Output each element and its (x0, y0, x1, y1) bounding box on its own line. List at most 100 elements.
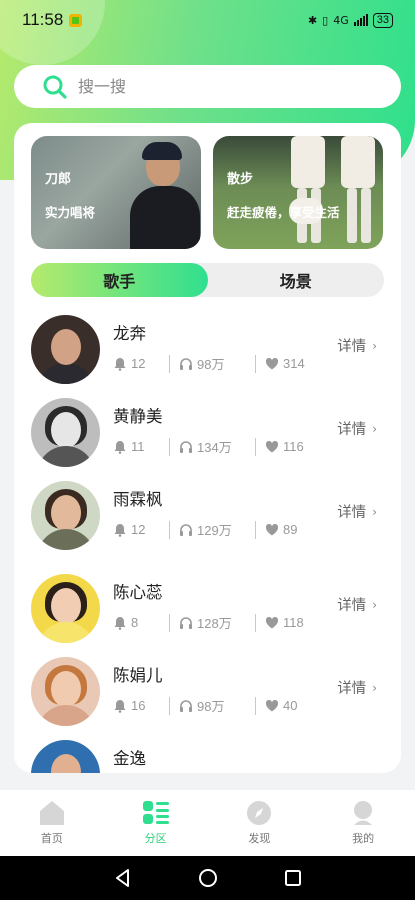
nav-home[interactable]: 首页 (12, 800, 92, 846)
compass-icon (247, 801, 272, 825)
status-bar: 11:58 ✱ ▯ 4G 33 (0, 0, 415, 40)
chevron-right-icon: › (372, 680, 377, 695)
heart-icon (265, 699, 279, 711)
search-bar[interactable] (14, 65, 401, 108)
detail-link[interactable]: 详情 › (337, 335, 377, 356)
search-input[interactable] (78, 77, 358, 96)
like-count: 12 (131, 522, 146, 537)
chevron-right-icon: › (372, 504, 377, 519)
bell-icon (114, 523, 126, 537)
play-count: 128万 (197, 616, 232, 631)
favorite-count: 89 (283, 522, 298, 537)
main-panel: 刀郎 实力唱将 散步 赶走疲倦，享受生活 歌手 场景 龙奔 12 98万 314… (14, 123, 401, 773)
singer-stats: 12 129万 89 (113, 520, 297, 539)
singer-name: 黄静美 (113, 407, 163, 426)
singer-photo (126, 142, 201, 249)
bottom-nav: 首页 分区 发现 我的 (0, 790, 415, 856)
banner-subtitle: 赶走疲倦，享受生活 (227, 205, 340, 220)
singer-name: 陈娟儿 (113, 666, 163, 685)
singer-stats: 11 134万 116 (113, 437, 304, 456)
banner-card-daolang[interactable]: 刀郎 实力唱将 (31, 136, 201, 249)
play-count: 129万 (197, 523, 232, 538)
singer-stats: 8 128万 118 (113, 613, 304, 632)
bell-icon (114, 440, 126, 454)
heart-icon (265, 357, 279, 369)
detail-link[interactable]: 详情 › (337, 418, 377, 439)
headphones-icon (180, 357, 192, 370)
list-item[interactable]: 黄静美 11 134万 116 详情 › (14, 394, 401, 474)
list-item[interactable]: 雨霖枫 12 129万 89 详情 › (14, 477, 401, 557)
list-item[interactable]: 陈娟儿 16 98万 40 详情 › (14, 653, 401, 733)
heart-icon (265, 523, 279, 535)
like-count: 11 (131, 439, 145, 454)
list-item[interactable]: 陈心蕊 8 128万 118 详情 › (14, 570, 401, 650)
search-icon (43, 75, 67, 99)
banner-row: 刀郎 实力唱将 散步 赶走疲倦，享受生活 (31, 136, 383, 249)
nav-label: 发现 (248, 832, 271, 845)
bell-icon (114, 357, 126, 371)
banner-title: 刀郎 (45, 172, 72, 187)
detail-link[interactable]: 详情 › (337, 501, 377, 522)
walking-photo (283, 136, 383, 249)
detail-link[interactable]: 详情 › (337, 594, 377, 615)
detail-link[interactable]: 详情 › (337, 677, 377, 698)
banner-card-walk[interactable]: 散步 赶走疲倦，享受生活 (213, 136, 383, 249)
favorite-count: 40 (283, 698, 298, 713)
bell-icon (114, 616, 126, 630)
banner-title: 散步 (227, 172, 254, 187)
nav-label: 我的 (352, 832, 375, 845)
avatar (31, 481, 100, 550)
back-icon[interactable] (113, 868, 133, 888)
singer-name: 龙奔 (113, 324, 146, 343)
headphones-icon (180, 699, 192, 712)
singer-name: 雨霖枫 (113, 490, 163, 509)
nav-label: 首页 (40, 832, 63, 845)
play-count: 98万 (197, 357, 225, 372)
avatar (31, 315, 100, 384)
favorite-count: 118 (283, 615, 304, 630)
tab-singers[interactable]: 歌手 (31, 263, 208, 297)
status-time: 11:58 (22, 10, 64, 29)
tab-scenes[interactable]: 场景 (208, 263, 385, 297)
list-item[interactable]: 金逸 (14, 736, 401, 773)
battery-icon: 33 (372, 12, 393, 28)
bell-icon (114, 699, 126, 713)
nav-category[interactable]: 分区 (116, 800, 196, 846)
chevron-right-icon: › (372, 421, 377, 436)
singer-name: 陈心蕊 (113, 583, 163, 602)
chevron-right-icon: › (372, 597, 377, 612)
vibrate-icon: ▯ (322, 13, 329, 27)
nav-profile[interactable]: 我的 (323, 800, 403, 846)
singer-stats: 16 98万 40 (113, 696, 297, 715)
system-navigation-bar (0, 856, 415, 900)
tab-bar: 歌手 场景 (31, 263, 384, 297)
play-count: 134万 (197, 440, 232, 455)
like-count: 16 (131, 698, 146, 713)
nav-discover[interactable]: 发现 (219, 800, 299, 846)
list-item[interactable]: 龙奔 12 98万 314 详情 › (14, 311, 401, 391)
heart-icon (265, 616, 279, 628)
avatar (31, 740, 100, 773)
singer-stats: 12 98万 314 (113, 354, 305, 373)
notification-app-icon (69, 13, 83, 27)
home-circle-icon[interactable] (198, 868, 218, 888)
avatar (31, 574, 100, 643)
signal-icon (353, 14, 368, 26)
banner-subtitle: 实力唱将 (45, 205, 96, 220)
play-count: 98万 (197, 699, 225, 714)
recents-icon[interactable] (283, 868, 303, 888)
like-count: 12 (131, 356, 146, 371)
singer-name: 金逸 (113, 749, 146, 768)
avatar (31, 657, 100, 726)
like-count: 8 (131, 615, 139, 630)
avatar (31, 398, 100, 467)
headphones-icon (180, 440, 192, 453)
bluetooth-icon: ✱ (307, 13, 318, 27)
network-label: 4G (333, 13, 349, 27)
headphones-icon (180, 523, 192, 536)
home-icon (39, 801, 64, 825)
favorite-count: 116 (283, 439, 304, 454)
profile-icon (354, 801, 373, 825)
heart-icon (265, 440, 279, 452)
nav-label: 分区 (144, 832, 167, 845)
